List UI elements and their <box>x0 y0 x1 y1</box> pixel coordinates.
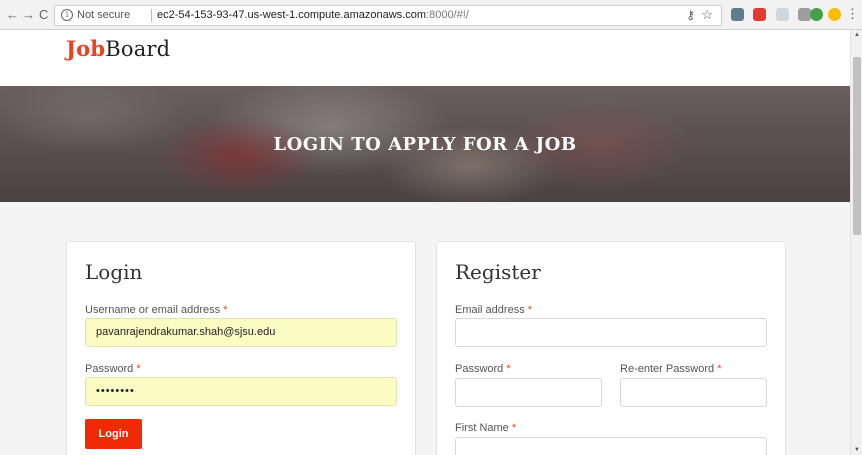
extension-icon[interactable] <box>828 8 841 21</box>
reload-button[interactable]: C <box>39 7 48 23</box>
divider <box>151 9 152 22</box>
login-card: Login Username or email address * pavanr… <box>66 241 416 455</box>
auth-section: Login Username or email address * pavanr… <box>0 202 850 455</box>
reenter-password-label-text: Re-enter Password <box>620 363 715 375</box>
back-button[interactable]: ← <box>6 7 19 23</box>
username-label-text: Username or email address <box>85 304 221 316</box>
hero-banner: LOGIN TO APPLY FOR A JOB <box>0 86 850 202</box>
login-heading: Login <box>85 260 143 284</box>
grammarly-icon[interactable] <box>810 8 823 21</box>
register-card: Register Email address * Password * Re-e… <box>436 241 786 455</box>
required-marker: * <box>527 304 533 316</box>
info-icon[interactable]: i <box>61 9 73 21</box>
star-icon[interactable]: ☆ <box>701 7 713 23</box>
register-password-label-text: Password <box>455 363 504 375</box>
reenter-password-input[interactable] <box>620 378 767 407</box>
required-marker: * <box>223 304 228 316</box>
scroll-up-icon[interactable]: ▲ <box>853 32 861 38</box>
first-name-label-text: First Name <box>455 422 509 434</box>
required-marker: * <box>136 363 141 375</box>
email-input[interactable] <box>455 318 767 347</box>
reenter-password-label: Re-enter Password * <box>620 363 722 375</box>
page-viewport: JobBoard LOGIN TO APPLY FOR A JOB Login … <box>0 30 850 455</box>
username-label: Username or email address * <box>85 304 227 316</box>
address-bar[interactable]: i Not secure ec2-54-153-93-47.us-west-1.… <box>54 5 722 26</box>
logo-text: Board <box>105 37 171 61</box>
required-marker: * <box>506 363 511 375</box>
browser-toolbar: ← → C i Not secure ec2-54-153-93-47.us-w… <box>0 0 862 30</box>
key-icon[interactable]: ⚷ <box>686 8 695 22</box>
extension-icon[interactable] <box>753 8 766 21</box>
register-password-label: Password * <box>455 363 511 375</box>
page-scrollbar[interactable]: ▲ ▼ <box>850 30 862 455</box>
url-path: :8000/#!/ <box>426 9 469 21</box>
password-label: Password * <box>85 363 141 375</box>
site-header: JobBoard <box>0 30 850 86</box>
password-label-text: Password <box>85 363 134 375</box>
username-input[interactable]: pavanrajendrakumar.shah@sjsu.edu <box>85 318 397 347</box>
password-input[interactable]: •••••••• <box>85 377 397 406</box>
email-label-text: Email address <box>455 304 525 316</box>
url-host: ec2-54-153-93-47.us-west-1.compute.amazo… <box>157 9 427 21</box>
scroll-down-icon[interactable]: ▼ <box>853 447 861 453</box>
extension-icon[interactable] <box>731 8 744 21</box>
menu-icon[interactable]: ⋮ <box>846 6 859 22</box>
extension-icon[interactable] <box>776 8 789 21</box>
site-logo[interactable]: JobBoard <box>66 36 170 61</box>
logo-accent: Job <box>66 36 106 61</box>
scrollbar-thumb[interactable] <box>853 57 861 235</box>
login-button[interactable]: Login <box>85 419 142 449</box>
email-label: Email address * <box>455 304 532 316</box>
register-password-input[interactable] <box>455 378 602 407</box>
required-marker: * <box>717 363 722 375</box>
hero-title: LOGIN TO APPLY FOR A JOB <box>273 134 577 155</box>
security-label[interactable]: Not secure <box>77 9 130 21</box>
register-heading: Register <box>455 260 541 284</box>
required-marker: * <box>511 422 517 434</box>
first-name-input[interactable] <box>455 437 767 455</box>
url-text[interactable]: ec2-54-153-93-47.us-west-1.compute.amazo… <box>157 9 469 21</box>
forward-button[interactable]: → <box>22 7 35 23</box>
first-name-label: First Name * <box>455 422 516 434</box>
